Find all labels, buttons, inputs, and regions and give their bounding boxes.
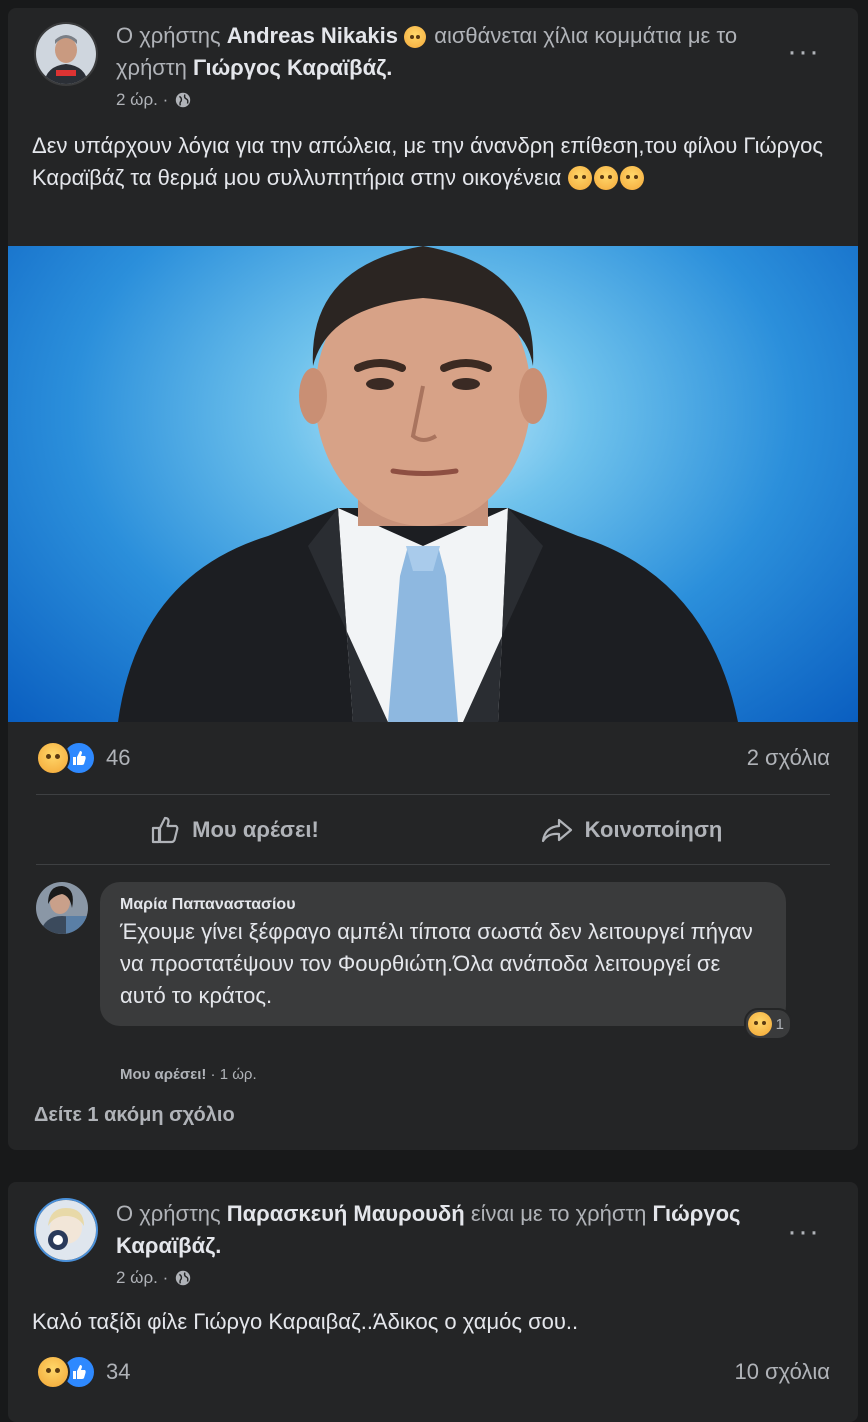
view-more-comments-link[interactable]: Δείτε 1 ακόμη σχόλιο bbox=[34, 1104, 235, 1127]
post-photo[interactable] bbox=[8, 246, 858, 722]
post-header: Ο χρήστης Παρασκευή Μαυρουδή είναι με το… bbox=[116, 1198, 768, 1262]
post-text: Δεν υπάρχουν λόγια για την απώλεια, με τ… bbox=[32, 130, 828, 194]
reaction-count[interactable]: 46 bbox=[106, 745, 130, 771]
divider bbox=[36, 794, 830, 795]
post-body: Δεν υπάρχουν λόγια για την απώλεια, με τ… bbox=[32, 133, 824, 190]
author-name[interactable]: Παρασκευή Μαυρουδή bbox=[227, 1201, 465, 1226]
share-icon bbox=[541, 818, 572, 843]
author-avatar[interactable] bbox=[34, 22, 98, 86]
like-icon bbox=[152, 816, 179, 844]
comment-reaction-count: 1 bbox=[775, 1015, 784, 1033]
post-text: Καλό ταξίδι φίλε Γιώργο Καραιβαζ..Άδικος… bbox=[32, 1306, 828, 1338]
like-label: Μου αρέσει! bbox=[192, 817, 319, 842]
comment-actions: Μου αρέσει! · 1 ώρ. bbox=[120, 1066, 257, 1083]
comments-count[interactable]: 2 σχόλια bbox=[747, 745, 830, 771]
post-header: Ο χρήστης Andreas Nikakis αισθάνεται χίλ… bbox=[116, 20, 768, 84]
reaction-count[interactable]: 34 bbox=[106, 1359, 130, 1385]
sad-emoji-icon bbox=[593, 166, 618, 190]
more-icon[interactable]: ··· bbox=[787, 1217, 820, 1247]
post-card-1: Ο χρήστης Andreas Nikakis αισθάνεται χίλ… bbox=[8, 8, 858, 1150]
commenter-name[interactable]: Μαρία Παπαναστασίου bbox=[120, 896, 766, 914]
globe-icon bbox=[176, 1270, 191, 1286]
post-actions: Μου αρέσει! Κοινοποίηση bbox=[36, 800, 830, 860]
commenter-avatar[interactable] bbox=[36, 882, 88, 934]
comments-count[interactable]: 10 σχόλια bbox=[734, 1359, 830, 1385]
post-body: Καλό ταξίδι φίλε Γιώργο Καραιβαζ..Άδικος… bbox=[32, 1309, 579, 1334]
post-time[interactable]: 2 ώρ. · bbox=[116, 90, 168, 110]
sad-reaction-icon bbox=[36, 1355, 70, 1389]
sad-reaction-icon bbox=[747, 1012, 772, 1036]
with-text: είναι με το χρήστη bbox=[470, 1201, 647, 1226]
reactions-summary[interactable]: 46 2 σχόλια bbox=[36, 740, 830, 776]
author-avatar[interactable] bbox=[34, 1198, 98, 1262]
header-prefix: Ο χρήστης bbox=[116, 23, 221, 48]
header-prefix: Ο χρήστης bbox=[116, 1201, 221, 1226]
author-name[interactable]: Andreas Nikakis bbox=[227, 23, 398, 48]
like-button[interactable]: Μου αρέσει! bbox=[36, 816, 433, 844]
post-time[interactable]: 2 ώρ. · bbox=[116, 1268, 168, 1288]
comment-text: Έχουμε γίνει ξέφραγο αμπέλι τίποτα σωστά… bbox=[120, 919, 753, 1008]
share-button[interactable]: Κοινοποίηση bbox=[433, 817, 830, 843]
feeling-icon bbox=[404, 26, 427, 48]
sad-emoji-icon bbox=[567, 166, 592, 190]
post-card-2: Ο χρήστης Παρασκευή Μαυρουδή είναι με το… bbox=[8, 1182, 858, 1422]
comment-like-link[interactable]: Μου αρέσει! bbox=[120, 1066, 206, 1083]
divider bbox=[36, 864, 830, 865]
comment-reactions[interactable]: 1 bbox=[743, 1008, 792, 1040]
post-meta: 2 ώρ. · bbox=[116, 1268, 192, 1288]
sad-emoji-icon bbox=[619, 166, 644, 190]
comment-bubble[interactable]: Μαρία Παπαναστασίου Έχουμε γίνει ξέφραγο… bbox=[100, 882, 792, 1040]
share-label: Κοινοποίηση bbox=[584, 817, 723, 842]
more-icon[interactable]: ··· bbox=[787, 37, 820, 67]
reactions-summary[interactable]: 34 10 σχόλια bbox=[36, 1354, 830, 1390]
globe-icon bbox=[176, 92, 191, 108]
comment-time[interactable]: · 1 ώρ. bbox=[211, 1066, 257, 1083]
portrait-image bbox=[118, 246, 738, 722]
tagged-name[interactable]: Γιώργος Καραϊβάζ. bbox=[193, 55, 392, 80]
sad-reaction-icon bbox=[36, 741, 70, 775]
post-meta: 2 ώρ. · bbox=[116, 90, 192, 110]
